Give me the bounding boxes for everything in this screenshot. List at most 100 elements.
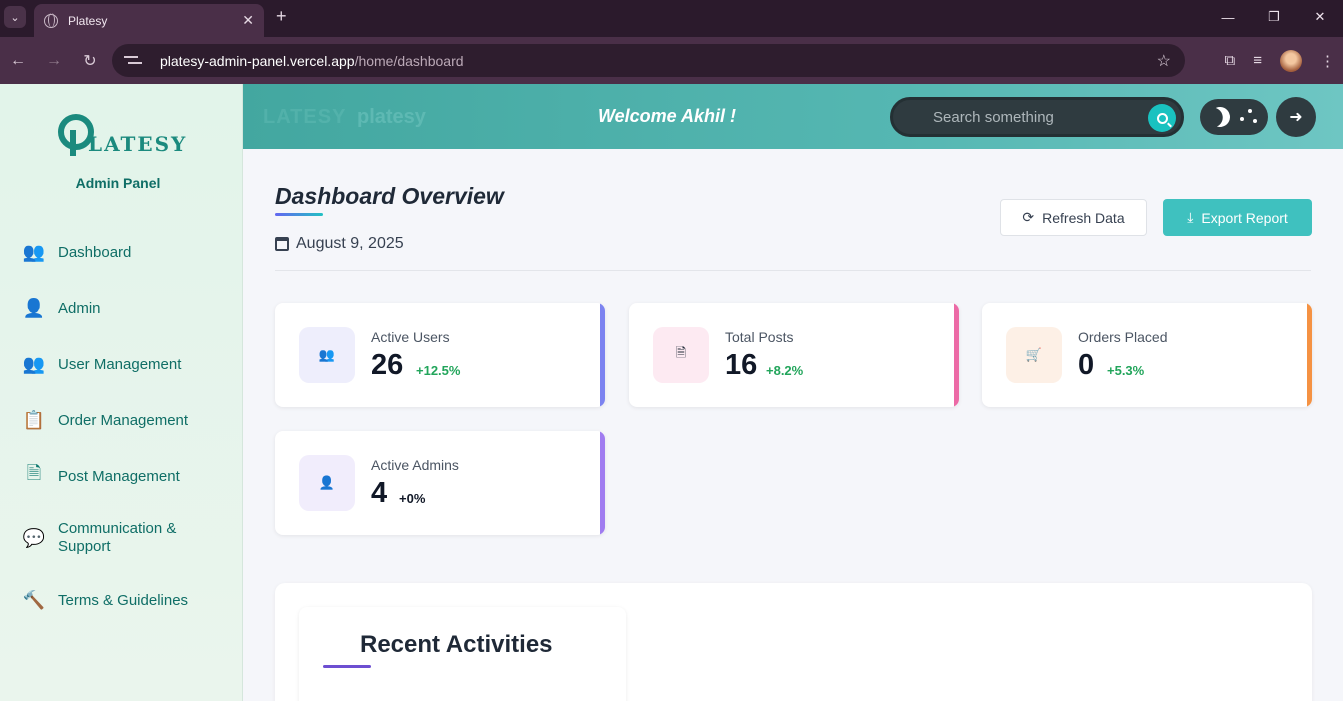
sidebar-item-label: Dashboard <box>58 243 132 261</box>
recent-activities-title: Recent Activities <box>360 631 553 658</box>
stars-icon <box>1238 109 1258 125</box>
tab-title: Platesy <box>68 13 108 28</box>
title-underline <box>275 213 323 216</box>
refresh-data-button[interactable]: ⟳ Refresh Data <box>1000 199 1147 236</box>
search-box <box>890 97 1184 137</box>
activities-panel: Recent Activities <box>275 583 1312 701</box>
bookmark-star-icon[interactable]: ☆ <box>1157 51 1171 71</box>
sidebar-item-order-management[interactable]: 📋 Order Management <box>22 392 222 448</box>
recent-activities-card: Recent Activities <box>299 607 626 701</box>
stat-delta: +12.5% <box>416 363 461 378</box>
tab-search-chevron-icon[interactable]: ⌄ <box>4 6 26 28</box>
top-header: LATESY platesy Welcome Akhil ! ➜ <box>243 84 1343 149</box>
stat-accent <box>600 431 605 535</box>
browser-toolbar: ← → ↻ platesy-admin-panel.vercel.app /ho… <box>0 37 1343 84</box>
file-icon: 🗎 <box>653 327 709 383</box>
main-content: Dashboard Overview August 9, 2025 ⟳ Refr… <box>243 149 1343 701</box>
stat-value: 16 <box>725 349 758 381</box>
refresh-data-label: Refresh Data <box>1042 209 1125 226</box>
browser-tab-bar: ⌄ Platesy ✕ + — ❐ ✕ <box>0 0 1343 37</box>
current-date: August 9, 2025 <box>296 235 404 252</box>
stat-card-total-posts: 🗎 Total Posts 16 +8.2% <box>629 303 959 407</box>
cart-icon: 🛒 <box>1006 327 1062 383</box>
stat-card-active-admins: 👤 Active Admins 4 +0% <box>275 431 605 535</box>
close-window-icon[interactable]: ✕ <box>1297 0 1343 34</box>
file-icon: 🗎 <box>26 463 42 483</box>
logo-text: LATESY <box>88 132 188 156</box>
restore-icon[interactable]: ❐ <box>1251 0 1297 34</box>
users-icon: 👥 <box>299 327 355 383</box>
url-path: /home/dashboard <box>354 52 464 69</box>
stat-accent <box>954 303 959 407</box>
header-divider <box>275 270 1311 271</box>
stat-delta: +8.2% <box>766 363 804 378</box>
address-bar[interactable]: platesy-admin-panel.vercel.app /home/das… <box>112 44 1185 77</box>
users-icon: 👥 <box>22 241 46 262</box>
stat-label: Active Users <box>371 329 450 345</box>
stat-label: Active Admins <box>371 457 459 473</box>
sidebar: LATESY Admin Panel 👥 Dashboard 👤 Admin 👥… <box>0 84 243 701</box>
sidebar-item-label-line1: Communication & <box>58 520 177 537</box>
sidebar-item-dashboard[interactable]: 👥 Dashboard <box>22 224 222 280</box>
platesy-logo[interactable]: LATESY <box>58 114 185 156</box>
gavel-icon: 🔨 <box>22 589 46 610</box>
new-tab-plus-icon[interactable]: + <box>276 6 287 27</box>
site-settings-icon[interactable] <box>124 54 144 68</box>
search-input[interactable] <box>933 106 1123 128</box>
page-title: Dashboard Overview <box>275 183 504 209</box>
sidebar-item-terms-guidelines[interactable]: 🔨 Terms & Guidelines <box>22 572 222 628</box>
search-icon <box>1156 112 1168 124</box>
browser-tab[interactable]: Platesy ✕ <box>34 4 264 37</box>
stat-value: 26 <box>371 349 404 381</box>
title-underline <box>323 665 371 668</box>
sidebar-item-label: Order Management <box>58 411 189 429</box>
stat-delta: +5.3% <box>1107 363 1145 378</box>
back-arrow-icon[interactable]: ← <box>0 52 36 70</box>
minimize-icon[interactable]: — <box>1205 0 1251 34</box>
sidebar-item-label: Terms & Guidelines <box>58 591 189 609</box>
stat-accent <box>1307 303 1312 407</box>
window-controls: — ❐ ✕ <box>1205 0 1343 34</box>
theme-toggle[interactable] <box>1200 99 1268 135</box>
stat-value: 4 <box>371 477 388 509</box>
user-shield-icon: 👤 <box>299 455 355 511</box>
header-ghost-logo: LATESY <box>263 106 347 128</box>
kebab-menu-icon[interactable]: ⋮ <box>1320 52 1335 70</box>
admin-panel-heading: Admin Panel <box>75 175 161 191</box>
reload-icon[interactable]: ↻ <box>72 51 108 71</box>
sidebar-item-user-management[interactable]: 👥 User Management <box>22 336 222 392</box>
tab-close-icon[interactable]: ✕ <box>242 12 254 29</box>
globe-icon <box>44 13 58 28</box>
export-report-label: Export Report <box>1201 209 1288 226</box>
profile-avatar[interactable] <box>1280 49 1302 72</box>
url-host: platesy-admin-panel.vercel.app <box>160 52 355 69</box>
stat-label: Total Posts <box>725 329 794 345</box>
chat-icon: 💬 <box>22 528 46 548</box>
export-report-button[interactable]: ⤓ Export Report <box>1163 199 1312 236</box>
stat-card-orders-placed: 🛒 Orders Placed 0 +5.3% <box>982 303 1312 407</box>
stat-accent <box>600 303 605 407</box>
download-icon: ⤓ <box>1187 209 1194 225</box>
sidebar-item-communication-support[interactable]: 💬 Communication & Support <box>22 504 222 572</box>
sidebar-item-label-line2: Support <box>58 538 111 555</box>
media-controls-icon[interactable]: ≡ <box>1253 52 1262 69</box>
moon-icon <box>1207 104 1233 130</box>
sidebar-item-admin[interactable]: 👤 Admin <box>22 280 222 336</box>
search-button[interactable] <box>1148 104 1176 132</box>
toolbar-actions: ⧉ ≡ ⋮ <box>1225 37 1343 84</box>
sidebar-item-label: User Management <box>58 355 182 373</box>
sidebar-item-post-management[interactable]: 🗎 Post Management <box>22 448 222 504</box>
sidebar-item-label: Communication & Support <box>58 520 176 556</box>
stat-delta: +0% <box>399 491 426 506</box>
stat-label: Orders Placed <box>1078 329 1168 345</box>
stat-value: 0 <box>1078 349 1095 381</box>
date-row: August 9, 2025 <box>275 235 404 253</box>
clipboard-list-icon: 📋 <box>22 409 46 430</box>
header-ghost-brand: platesy <box>357 106 426 128</box>
sidebar-item-label: Post Management <box>58 467 180 485</box>
logout-icon: ➜ <box>1289 109 1303 126</box>
extensions-puzzle-icon[interactable]: ⧉ <box>1225 52 1236 69</box>
logout-button[interactable]: ➜ <box>1276 97 1316 137</box>
forward-arrow-icon[interactable]: → <box>36 52 72 70</box>
sidebar-menu: 👥 Dashboard 👤 Admin 👥 User Management 📋 … <box>22 224 222 628</box>
